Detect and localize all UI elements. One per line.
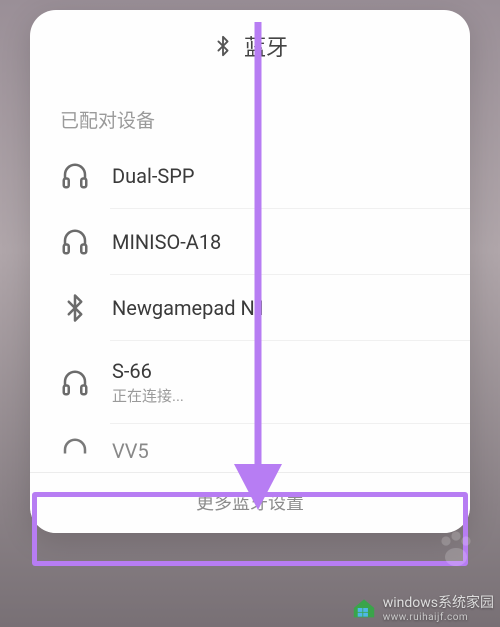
bluetooth-panel: 蓝牙 已配对设备 Dual-SPP MINISO-A18 xyxy=(30,10,470,533)
watermark-text: windows系统家园 www.ruihaijf.com xyxy=(383,592,494,623)
device-text: VV5 xyxy=(112,439,149,463)
bluetooth-icon xyxy=(212,35,234,57)
device-item[interactable]: S-66 正在连接... xyxy=(30,341,470,424)
panel-header: 蓝牙 xyxy=(30,10,470,80)
device-item[interactable]: Newgamepad N1 xyxy=(30,275,470,341)
watermark-url: www.ruihaijf.com xyxy=(383,612,494,623)
device-name: Dual-SPP xyxy=(112,164,195,188)
bluetooth-icon xyxy=(60,293,90,323)
panel-title: 蓝牙 xyxy=(244,30,288,62)
headphones-icon xyxy=(60,227,90,257)
device-name: MINISO-A18 xyxy=(112,230,221,254)
device-name: VV5 xyxy=(112,439,149,463)
more-bluetooth-settings-button[interactable]: 更多蓝牙设置 xyxy=(30,473,470,533)
device-item[interactable]: MINISO-A18 xyxy=(30,209,470,275)
windows-house-icon xyxy=(351,597,377,619)
device-item[interactable]: Dual-SPP xyxy=(30,143,470,209)
section-paired-label: 已配对设备 xyxy=(30,80,470,143)
watermark: windows系统家园 www.ruihaijf.com xyxy=(351,592,494,623)
device-item[interactable]: VV5 xyxy=(30,424,470,472)
device-text: Dual-SPP xyxy=(112,164,195,188)
device-text: S-66 正在连接... xyxy=(112,359,184,406)
headphones-icon xyxy=(60,436,90,466)
device-text: MINISO-A18 xyxy=(112,230,221,254)
headphones-icon xyxy=(60,161,90,191)
paired-device-list: Dual-SPP MINISO-A18 Newgamepad N1 xyxy=(30,143,470,472)
device-status: 正在连接... xyxy=(112,385,184,406)
headphones-icon xyxy=(60,368,90,398)
watermark-brand: windows系统家园 xyxy=(383,595,494,611)
device-name: Newgamepad N1 xyxy=(112,296,266,320)
device-name: S-66 xyxy=(112,359,184,383)
device-text: Newgamepad N1 xyxy=(112,296,266,320)
